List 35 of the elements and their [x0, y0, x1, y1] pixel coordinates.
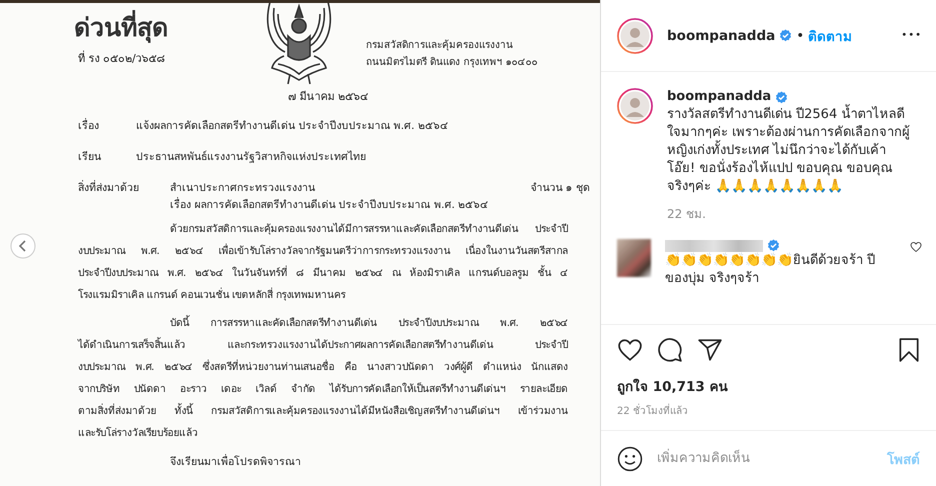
comment-bubble-icon[interactable]	[657, 337, 683, 363]
enclosure-label: สิ่งที่ส่งมาด้วย	[78, 179, 140, 196]
comment-input-field[interactable]: เพิ่มความคิดเห็น	[657, 446, 887, 472]
previous-arrow-button[interactable]	[10, 233, 36, 259]
post-timestamp: 22 ชั่วโมงที่แล้ว	[601, 397, 936, 430]
more-options-button[interactable]: •••	[901, 30, 922, 41]
enclosure-item: สำเนาประกาศกระทรวงแรงงาน	[170, 181, 315, 196]
subject-label: เรื่อง	[78, 117, 100, 134]
emoji-smiley-icon[interactable]	[617, 446, 643, 472]
enclosure-subject: เรื่อง ผลการคัดเลือกสตรีทำงานดีเด่น ประจำปีงบประมาณ พ.ศ. ๒๕๖๔	[170, 196, 490, 213]
separator-dot: •	[796, 28, 804, 44]
caption-time: 22 ชม.	[667, 206, 707, 223]
blurred-avatar	[617, 239, 651, 277]
avatar-icon[interactable]	[617, 18, 653, 54]
username-link[interactable]: boompanadda	[667, 88, 772, 106]
caption-text: รางวัลสตรีทำงานดีเด่น ปี2564 น้ำตาไหลดีใจมากๆค่ะ เพราะต้องผ่านการคัดเลือกจากผู้หญิงเก่งทั้งประเทศ ไม่นึกว่าจะได้กับเค้า โอ๊ย! ขอนั่งร้องไห้แปป ขอบคุณ ขอบคุณจริงๆค่ะ 🙏🙏🙏🙏🙏🙏🙏🙏	[667, 106, 917, 196]
recipient-label: เรียน	[78, 150, 102, 165]
recipient-text: ประธานสหพันธ์แรงงานรัฐวิสาหกิจแห่งประเทศไทย	[136, 150, 366, 165]
enclosure-quantity: จำนวน ๑ ชุด	[530, 181, 590, 196]
username-link[interactable]: boompanadda	[667, 28, 776, 44]
letter-paragraph: บัดนี้ การสรรหาและคัดเลือกสตรีทำงานดีเด่น ประจำปีงบประมาณ พ.ศ. ๒๕๖๔ ได้ดำเนินการเสร็จสิ้นแล้ว และกระทรวงแรงงานได้ประกาศผลการคัดเลือกสตรีทำงานดีเด่น ประจำปี งบประมาณ พ.ศ. ๒๕๖๔ ซึ่งสตรีที่หน่วยงานท่านเสนอชื่อ คือ นางสาวปนัดดา วงศ์ผู้ดี ตำแหน่ง นักแสดง จากบริษัท ปนัดดา อะราว เดอะ เวิลด์ จำกัด ได้รับการคัดเลือกให้เป็นสตรีทำงานดีเด่นฯ รายละเอียด ตามสิ่งที่ส่งมาด้วย ทั้งนี้ กรมสวัสดิการและคุ้มครองแรงงานได้มีหนังสือเชิญสตรีทำงานดีเด่นฯ เข้าร่วมงาน และรับโล่รางวัลเรียบร้อยแล้ว	[78, 313, 568, 445]
avatar-icon[interactable]	[617, 88, 653, 124]
comment-text: 👏👏👏👏👏👏👏👏ยินดีด้วยจร้า ปีของบุ่ม จริงๆจร้า	[665, 252, 876, 288]
letter-paragraph: ด้วยกรมสวัสดิการและคุ้มครองแรงงานได้มีการสรรหาและคัดเลือกสตรีทำงานดีเด่น ประจำปี งบประมาณ พ.ศ. ๒๕๖๔ เพื่อเข้ารับโล่รางวัลจากรัฐมนตรีว่าการกระทรวงแรงงาน เนื่องในงานวันสตรีสากล ประจำปีงบประมาณ พ.ศ. ๒๕๖๔ ในวันจันทร์ที่ ๘ มีนาคม ๒๕๖๔ ณ ห้องมิราเคิล แกรนด์บอลรูม ชั้น ๔ โรงแรมมิราเคิล แกรนด์ คอนเวนชั่น เขตหลักสี่ กรุงเทพมหานคร	[78, 222, 568, 303]
closing-line: จึงเรียนมาเพื่อโปรดพิจารณา	[170, 453, 302, 470]
like-heart-icon[interactable]	[617, 337, 643, 363]
like-comment-heart-icon[interactable]	[910, 241, 922, 253]
sender-address-line: กรมสวัสดิการและคุ้มครองแรงงาน	[366, 38, 514, 53]
urgency-heading: ด่วนที่สุด	[74, 7, 248, 47]
reference-number: ที่ รง ๐๕๐๒/ว๖๕๘	[78, 50, 166, 67]
share-paper-plane-icon[interactable]	[697, 337, 723, 363]
likes-count[interactable]: ถูกใจ 10,713 คน	[601, 375, 936, 397]
sender-address-line: ถนนมิตรไมตรี ดินแดง กรุงเทพฯ ๑๐๔๐๐	[366, 55, 538, 70]
subject-text: แจ้งผลการคัดเลือกสตรีทำงานดีเด่น ประจำปีงบประมาณ พ.ศ. ๒๕๖๔	[136, 119, 448, 134]
letter-date: ๗ มีนาคม ๒๕๖๔	[288, 89, 369, 105]
